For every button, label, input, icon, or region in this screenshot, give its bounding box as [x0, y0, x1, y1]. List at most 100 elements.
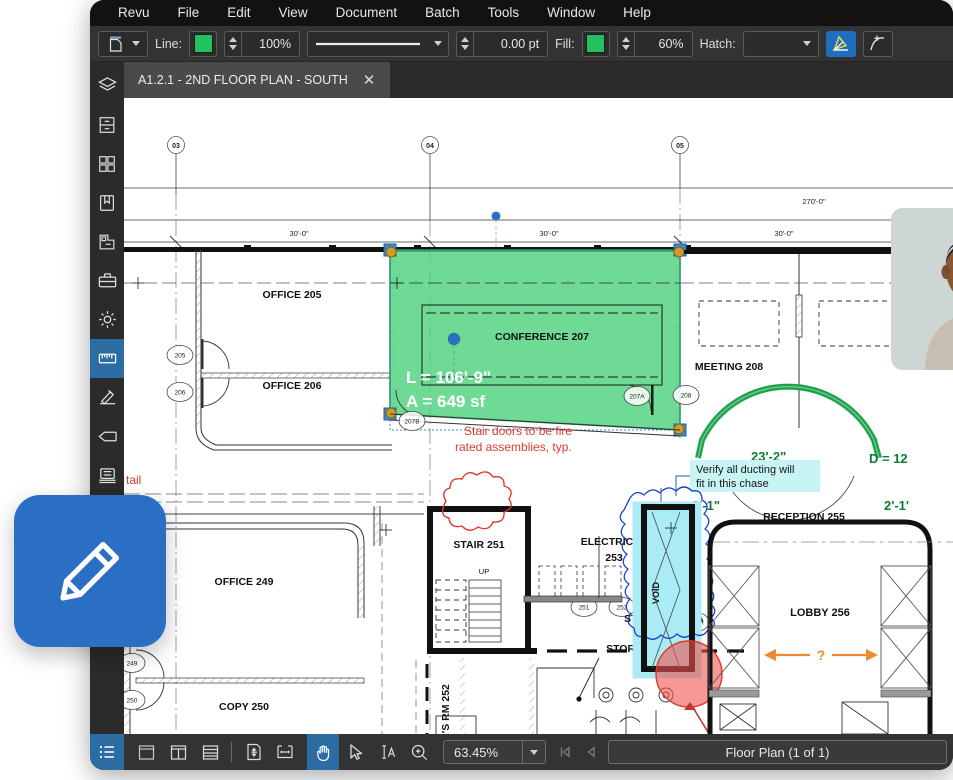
fill-opacity-stepper[interactable]: [618, 31, 635, 57]
previous-page-button[interactable]: [578, 734, 604, 770]
room-label-meeting-208: MEETING 208: [695, 361, 763, 373]
menu-window[interactable]: Window: [533, 0, 609, 26]
menu-batch[interactable]: Batch: [411, 0, 474, 26]
view-split-horizontal-button[interactable]: [194, 734, 226, 770]
room-label-electrical-253-line2: 253: [605, 552, 623, 564]
view-single-page-button[interactable]: [130, 734, 162, 770]
sidebar-item-properties[interactable]: [90, 300, 124, 339]
page-label-field[interactable]: Floor Plan (1 of 1): [608, 740, 947, 764]
bay-dimension-2: 30'-0": [539, 229, 558, 238]
fill-color-swatch[interactable]: [582, 31, 610, 57]
gear-icon: [97, 309, 118, 330]
fill-opacity-field[interactable]: 60%: [617, 31, 693, 57]
line-opacity-field[interactable]: 100%: [224, 31, 300, 57]
fit-page-button[interactable]: [237, 734, 269, 770]
sidebar-item-layers[interactable]: [90, 66, 124, 105]
bookmark-icon: [97, 193, 117, 213]
screen-root: Revu File Edit View Document Batch Tools…: [0, 0, 953, 780]
sidebar-item-markups[interactable]: [90, 378, 124, 417]
close-icon[interactable]: ✕: [360, 71, 379, 90]
fit-page-icon: [244, 743, 263, 761]
drawing-canvas[interactable]: 03 04 05: [124, 98, 953, 734]
split-vertical-view-icon: [169, 744, 188, 761]
measurement-vertex-handle: [492, 212, 501, 221]
line-opacity-stepper[interactable]: [225, 31, 242, 57]
door-tag-207B: 207B: [404, 419, 419, 426]
measurement-center-handle[interactable]: [448, 333, 460, 345]
arc-right-leg-label: 2'-1': [884, 498, 909, 513]
menu-help[interactable]: Help: [609, 0, 665, 26]
area-measurement-icon: [831, 34, 850, 53]
room-label-conference-207: CONFERENCE 207: [495, 331, 589, 343]
arc-measurement-shape[interactable]: [698, 387, 879, 458]
perimeter-measurement-icon: [868, 34, 887, 53]
menu-view[interactable]: View: [265, 0, 322, 26]
door-tag-250: 250: [127, 698, 138, 705]
menu-file[interactable]: File: [164, 0, 214, 26]
line-thickness-field[interactable]: 0.00 pt: [456, 31, 548, 57]
select-tool-button[interactable]: [339, 734, 371, 770]
application-window: Revu File Edit View Document Batch Tools…: [90, 0, 953, 770]
sidebar-item-bookmarks[interactable]: [90, 183, 124, 222]
zoom-tool-button[interactable]: [403, 734, 435, 770]
tag-icon: [97, 426, 118, 447]
view-split-vertical-button[interactable]: [162, 734, 194, 770]
room-label-void: VOID: [651, 582, 661, 605]
sidebar-item-measurements[interactable]: [90, 339, 124, 378]
sidebar-item-file-access[interactable]: [90, 105, 124, 144]
door-tag-205: 205: [175, 353, 186, 360]
door-tag-206: 206: [175, 390, 186, 397]
room-label-stair-251: STAIR 251: [453, 539, 504, 551]
shape-tool-dropdown[interactable]: [98, 31, 148, 57]
panel-toggle-button[interactable]: [90, 734, 124, 770]
menu-edit[interactable]: Edit: [213, 0, 264, 26]
pencil-edit-icon: [51, 532, 129, 610]
document-tab-title: A1.2.1 - 2ND FLOOR PLAN - SOUTH: [138, 73, 348, 87]
line-label: Line:: [155, 37, 182, 51]
properties-toolbar: Line: 100%: [90, 26, 953, 62]
sidebar-item-studio[interactable]: [90, 456, 124, 495]
page-label-text: Floor Plan (1 of 1): [725, 745, 829, 760]
sidebar-item-spaces[interactable]: [90, 222, 124, 261]
document-tab-active[interactable]: A1.2.1 - 2ND FLOOR PLAN - SOUTH ✕: [124, 62, 390, 98]
chevron-down-icon: [530, 750, 538, 755]
perimeter-measurement-tool-button[interactable]: [863, 31, 893, 57]
line-color-swatch[interactable]: [189, 31, 217, 57]
chevron-down-icon: [803, 41, 811, 46]
ruler-icon: [97, 348, 118, 369]
participant-video-thumbnail[interactable]: [891, 208, 953, 370]
room-label-office-249: OFFICE 249: [215, 576, 274, 588]
first-page-button[interactable]: [552, 734, 578, 770]
fit-width-icon: [275, 743, 295, 761]
menu-tools[interactable]: Tools: [474, 0, 534, 26]
chevron-down-icon: [229, 45, 237, 50]
line-opacity-value: 100%: [242, 37, 299, 51]
fit-width-button[interactable]: [269, 734, 301, 770]
split-horizontal-view-icon: [201, 744, 220, 761]
zoom-level-combo[interactable]: 63.45%: [443, 740, 546, 764]
sidebar-item-tool-chest[interactable]: [90, 261, 124, 300]
sidebar-item-tags[interactable]: [90, 417, 124, 456]
door-tag-207A: 207A: [629, 394, 645, 401]
question-dimension-arrow[interactable]: ?: [764, 646, 878, 664]
question-marker: ?: [817, 647, 826, 663]
menu-document[interactable]: Document: [322, 0, 412, 26]
chevron-up-icon: [622, 37, 630, 42]
line-thickness-stepper[interactable]: [457, 31, 474, 57]
file-drawer-icon: [97, 115, 117, 135]
zoom-dropdown-button[interactable]: [522, 741, 545, 763]
text-select-tool-button[interactable]: [371, 734, 403, 770]
door-tag-249: 249: [127, 661, 138, 668]
line-style-dropdown[interactable]: [307, 31, 449, 57]
bay-dimension-1: 30'-0": [289, 229, 308, 238]
menu-revu[interactable]: Revu: [104, 0, 164, 26]
status-bar: 63.45%: [90, 734, 953, 770]
pan-tool-button[interactable]: [307, 734, 339, 770]
sidebar-item-thumbnails[interactable]: [90, 144, 124, 183]
area-measurement-tool-button[interactable]: [826, 31, 856, 57]
edit-floating-action-button[interactable]: [14, 495, 166, 647]
solid-line-style-icon: [314, 39, 422, 49]
participant-portrait: [891, 208, 953, 370]
zoom-level-value[interactable]: 63.45%: [444, 745, 522, 760]
hatch-dropdown[interactable]: [743, 31, 819, 57]
